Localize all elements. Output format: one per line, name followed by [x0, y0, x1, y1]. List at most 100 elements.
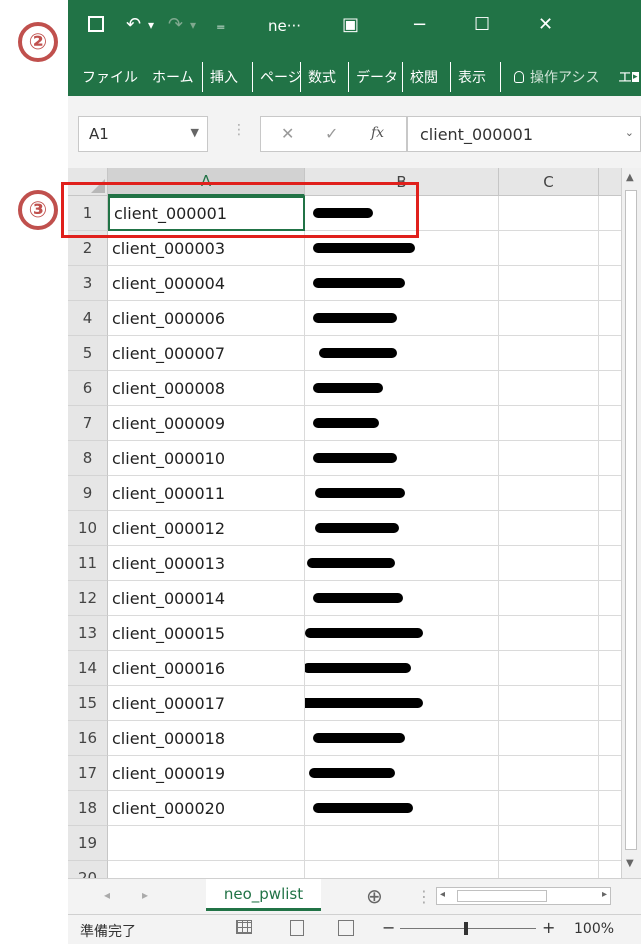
- cell-c[interactable]: [499, 336, 599, 371]
- cell-c[interactable]: [499, 231, 599, 266]
- zoom-slider-thumb[interactable]: [464, 922, 468, 935]
- close-button[interactable]: ✕: [538, 14, 553, 35]
- name-box[interactable]: A1 ▼: [78, 116, 208, 152]
- column-header-d[interactable]: [599, 168, 621, 196]
- page-break-preview-icon[interactable]: [338, 920, 354, 936]
- cell-a[interactable]: client_000007: [108, 336, 305, 371]
- row-header[interactable]: 8: [68, 441, 108, 476]
- cell-b[interactable]: [305, 336, 499, 371]
- scroll-right-icon[interactable]: ▸: [602, 889, 607, 900]
- insert-function-icon[interactable]: fx: [371, 125, 384, 141]
- cell-a[interactable]: client_000010: [108, 441, 305, 476]
- cell-b[interactable]: [305, 651, 499, 686]
- cell-d[interactable]: [599, 266, 621, 301]
- select-all-corner[interactable]: [68, 168, 108, 196]
- scroll-up-icon[interactable]: ▲: [626, 172, 634, 183]
- cell-b[interactable]: [305, 546, 499, 581]
- cell-c[interactable]: [499, 826, 599, 861]
- cell-a[interactable]: client_000020: [108, 791, 305, 826]
- cell-d[interactable]: [599, 196, 621, 231]
- maximize-button[interactable]: ☐: [474, 14, 490, 35]
- cell-b[interactable]: [305, 371, 499, 406]
- cell-a[interactable]: client_000016: [108, 651, 305, 686]
- cell-b[interactable]: [305, 231, 499, 266]
- cell-b[interactable]: [305, 721, 499, 756]
- cell-a[interactable]: client_000008: [108, 371, 305, 406]
- cell-a[interactable]: client_000009: [108, 406, 305, 441]
- cell-c[interactable]: [499, 196, 599, 231]
- column-header-b[interactable]: B: [305, 168, 499, 196]
- row-header[interactable]: 2: [68, 231, 108, 266]
- cell-c[interactable]: [499, 406, 599, 441]
- cell-b[interactable]: [305, 686, 499, 721]
- zoom-slider[interactable]: [400, 922, 536, 935]
- cell-b[interactable]: [305, 581, 499, 616]
- cell-b[interactable]: [305, 441, 499, 476]
- normal-view-icon[interactable]: [236, 920, 252, 934]
- chevron-down-icon[interactable]: ▼: [191, 126, 199, 139]
- cell-b[interactable]: [305, 301, 499, 336]
- row-header[interactable]: 11: [68, 546, 108, 581]
- cell-c[interactable]: [499, 266, 599, 301]
- cell-a[interactable]: client_000019: [108, 756, 305, 791]
- sheet-prev-icon[interactable]: ◂: [104, 888, 110, 902]
- cell-c[interactable]: [499, 476, 599, 511]
- tab-insert[interactable]: 挿入: [204, 62, 244, 92]
- horizontal-scroll-thumb[interactable]: [457, 890, 547, 902]
- sheet-tab-neo-pwlist[interactable]: neo_pwlist: [206, 879, 321, 911]
- cell-a[interactable]: client_000006: [108, 301, 305, 336]
- expand-formula-bar-icon[interactable]: ⌄: [625, 126, 634, 139]
- row-header[interactable]: 16: [68, 721, 108, 756]
- scroll-down-icon[interactable]: ▼: [626, 858, 634, 869]
- cell-d[interactable]: [599, 581, 621, 616]
- cell-a[interactable]: client_000004: [108, 266, 305, 301]
- tab-split-grip-icon[interactable]: ⋮: [416, 887, 432, 906]
- row-header[interactable]: 3: [68, 266, 108, 301]
- vertical-scroll-thumb[interactable]: [625, 190, 637, 850]
- cell-c[interactable]: [499, 441, 599, 476]
- row-header[interactable]: 4: [68, 301, 108, 336]
- cell-d[interactable]: [599, 861, 621, 878]
- row-header[interactable]: 5: [68, 336, 108, 371]
- tab-review[interactable]: 校閲: [404, 62, 444, 92]
- customize-qat-icon[interactable]: ₌: [216, 14, 226, 35]
- cell-d[interactable]: [599, 826, 621, 861]
- cell-c[interactable]: [499, 861, 599, 878]
- row-header[interactable]: 20: [68, 861, 108, 878]
- cell-d[interactable]: [599, 406, 621, 441]
- formula-input[interactable]: client_000001 ⌄: [407, 116, 641, 152]
- cell-b[interactable]: [305, 756, 499, 791]
- cell-c[interactable]: [499, 686, 599, 721]
- cell-b[interactable]: [305, 616, 499, 651]
- cell-a[interactable]: client_000001: [108, 196, 305, 231]
- tell-me-box[interactable]: 操作アシス: [508, 62, 628, 92]
- row-header[interactable]: 13: [68, 616, 108, 651]
- row-header[interactable]: 6: [68, 371, 108, 406]
- cell-c[interactable]: [499, 371, 599, 406]
- cell-c[interactable]: [499, 511, 599, 546]
- row-header[interactable]: 10: [68, 511, 108, 546]
- cell-c[interactable]: [499, 651, 599, 686]
- cell-b[interactable]: [305, 511, 499, 546]
- cancel-icon[interactable]: ✕: [281, 124, 294, 143]
- cell-c[interactable]: [499, 721, 599, 756]
- cell-b[interactable]: [305, 406, 499, 441]
- save-icon[interactable]: [88, 16, 104, 32]
- cell-c[interactable]: [499, 301, 599, 336]
- cell-d[interactable]: [599, 791, 621, 826]
- column-header-a[interactable]: A: [108, 168, 305, 196]
- row-header[interactable]: 7: [68, 406, 108, 441]
- cell-d[interactable]: [599, 616, 621, 651]
- ribbon-overflow[interactable]: エ ▸: [616, 62, 641, 92]
- cell-b[interactable]: [305, 196, 499, 231]
- cell-a[interactable]: client_000015: [108, 616, 305, 651]
- cell-a[interactable]: [108, 861, 305, 878]
- cell-a[interactable]: client_000018: [108, 721, 305, 756]
- cell-c[interactable]: [499, 546, 599, 581]
- enter-icon[interactable]: ✓: [325, 124, 338, 143]
- cell-d[interactable]: [599, 721, 621, 756]
- cell-d[interactable]: [599, 371, 621, 406]
- cell-b[interactable]: [305, 791, 499, 826]
- zoom-level[interactable]: 100%: [574, 921, 614, 937]
- cell-a[interactable]: client_000014: [108, 581, 305, 616]
